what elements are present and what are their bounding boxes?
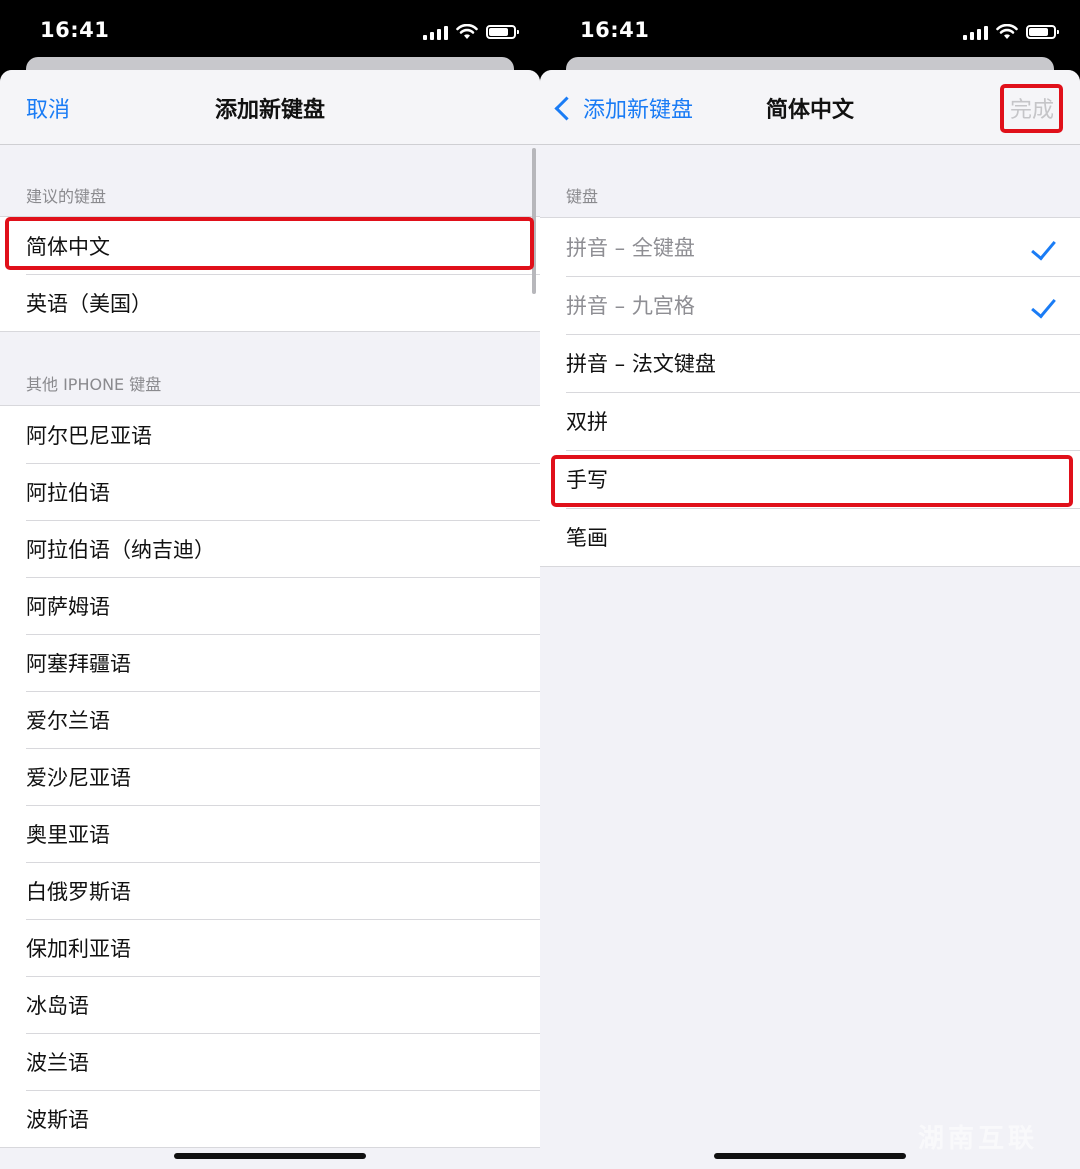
list-item[interactable]: 爱沙尼亚语 (0, 748, 540, 805)
keyboard-options-list: 拼音 – 全键盘 拼音 – 九宫格 拼音 – 法文键盘 双拼 手写 笔画 (540, 217, 1080, 567)
add-keyboard-sheet: 取消 添加新键盘 建议的键盘 简体中文 英语（美国） 其他 IPHONE 键盘 … (0, 70, 540, 1169)
right-phone-screen: 16:41 添加新键盘 简体中文 完成 键盘 拼音 – 全键盘 拼音 – 九宫格… (540, 0, 1080, 1169)
section-header-keyboards: 键盘 (566, 187, 599, 206)
list-item[interactable]: 手写 (540, 450, 1080, 508)
chinese-keyboard-sheet: 添加新键盘 简体中文 完成 键盘 拼音 – 全键盘 拼音 – 九宫格 拼音 – … (540, 70, 1080, 1169)
list-item[interactable]: 阿拉伯语（纳吉迪） (0, 520, 540, 577)
list-item-label: 手写 (566, 468, 608, 492)
battery-icon (1026, 25, 1059, 39)
battery-icon (486, 25, 519, 39)
status-time: 16:41 (40, 18, 110, 42)
list-item[interactable]: 阿拉伯语 (0, 463, 540, 520)
list-item[interactable]: 简体中文 (0, 217, 540, 274)
list-item[interactable]: 拼音 – 法文键盘 (540, 334, 1080, 392)
list-item[interactable]: 拼音 – 九宫格 (540, 276, 1080, 334)
done-button[interactable]: 完成 (1010, 92, 1054, 124)
cellular-signal-icon (963, 24, 988, 40)
list-item[interactable]: 拼音 – 全键盘 (540, 218, 1080, 276)
home-indicator[interactable] (174, 1153, 366, 1159)
list-item[interactable]: 笔画 (540, 508, 1080, 566)
section-header-other: 其他 IPHONE 键盘 (26, 375, 162, 394)
page-title: 简体中文 (765, 98, 854, 123)
list-item[interactable]: 双拼 (540, 392, 1080, 450)
list-item[interactable]: 爱尔兰语 (0, 691, 540, 748)
list-item[interactable]: 保加利亚语 (0, 919, 540, 976)
list-item-label: 笔画 (566, 526, 608, 550)
home-indicator[interactable] (714, 1153, 906, 1159)
list-item[interactable]: 英语（美国） (0, 274, 540, 331)
checkmark-icon (1031, 234, 1056, 261)
cellular-signal-icon (423, 24, 448, 40)
list-item-label: 拼音 – 全键盘 (566, 236, 695, 260)
list-item[interactable]: 阿塞拜疆语 (0, 634, 540, 691)
list-item-label: 双拼 (566, 410, 608, 434)
list-item[interactable]: 白俄罗斯语 (0, 862, 540, 919)
list-item[interactable]: 奥里亚语 (0, 805, 540, 862)
status-time: 16:41 (580, 18, 650, 42)
list-item[interactable]: 阿萨姆语 (0, 577, 540, 634)
scrollbar[interactable] (532, 148, 536, 294)
status-icons (963, 22, 1059, 42)
other-keyboard-list: 阿尔巴尼亚语 阿拉伯语 阿拉伯语（纳吉迪） 阿萨姆语 阿塞拜疆语 爱尔兰语 爱沙… (0, 405, 540, 1148)
navigation-bar: 添加新键盘 简体中文 完成 (540, 70, 1080, 145)
section-header-suggested: 建议的键盘 (26, 187, 107, 206)
list-item[interactable]: 冰岛语 (0, 976, 540, 1033)
left-phone-screen: 16:41 取消 添加新键盘 建议的键盘 简体中文 英语（美国） 其他 IPHO… (0, 0, 540, 1169)
checkmark-icon (1031, 292, 1056, 319)
status-bar: 16:41 (540, 0, 1080, 62)
list-item[interactable]: 波兰语 (0, 1033, 540, 1090)
status-icons (423, 22, 519, 42)
status-bar: 16:41 (0, 0, 540, 62)
wifi-icon (456, 24, 478, 39)
list-item-label: 拼音 – 九宫格 (566, 294, 695, 318)
list-item-label: 拼音 – 法文键盘 (566, 352, 716, 376)
suggested-keyboard-list: 简体中文 英语（美国） (0, 216, 540, 332)
watermark-text: 湖南互联 (917, 1124, 1038, 1154)
list-item[interactable]: 波斯语 (0, 1090, 540, 1147)
navigation-bar: 取消 添加新键盘 (0, 70, 540, 145)
wifi-icon (996, 24, 1018, 39)
list-item[interactable]: 阿尔巴尼亚语 (0, 406, 540, 463)
page-title: 添加新键盘 (214, 98, 325, 123)
